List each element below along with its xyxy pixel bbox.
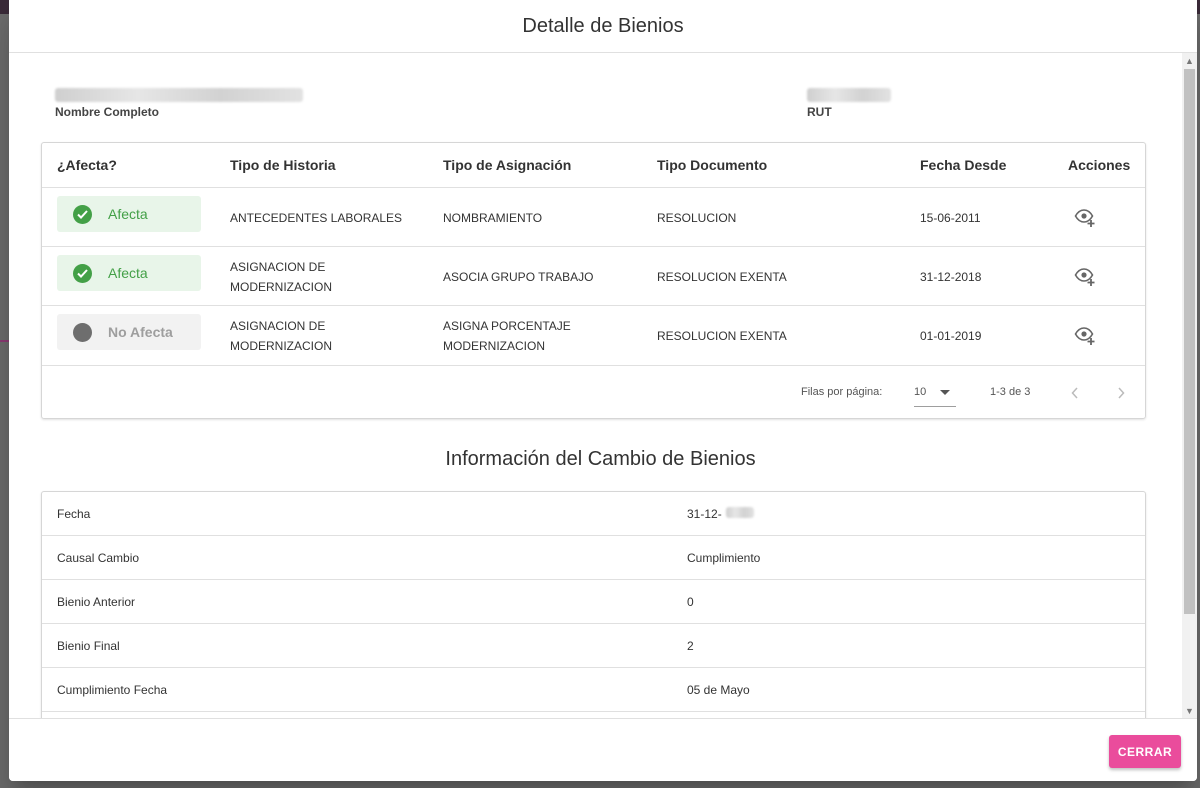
change-info-table: Fecha 31-12- Causal Cambio Cumplimiento … bbox=[41, 491, 1146, 718]
cell-tipo-asignacion: NOMBRAMIENTO bbox=[443, 210, 543, 225]
info-row: Bienio Final 2 bbox=[42, 624, 1145, 668]
cell-tipo-historia: ASIGNACION DE MODERNIZACION bbox=[230, 318, 332, 353]
affects-chip: Afecta bbox=[57, 255, 201, 291]
info-value: Cumplimiento bbox=[687, 551, 761, 565]
grey-circle-icon bbox=[73, 322, 92, 342]
next-page-icon[interactable] bbox=[1111, 383, 1131, 403]
full-name-label: Nombre Completo bbox=[55, 105, 160, 119]
not-affects-chip-label: No Afecta bbox=[108, 324, 173, 340]
info-value: 31-12- bbox=[687, 507, 722, 521]
view-eye-plus-icon[interactable] bbox=[1074, 326, 1096, 346]
scroll-up-arrow-icon[interactable]: ▲ bbox=[1182, 53, 1197, 68]
info-row: Fecha 31-12- bbox=[42, 492, 1145, 536]
history-table: ¿Afecta? Tipo de Historia Tipo de Asigna… bbox=[41, 142, 1146, 419]
bienios-detail-dialog: Detalle de Bienios Nombre Completo RUT ¿… bbox=[9, 0, 1197, 781]
cell-fecha-desde: 15-06-2011 bbox=[920, 210, 981, 225]
cell-tipo-documento: RESOLUCION EXENTA bbox=[657, 269, 787, 284]
cell-tipo-historia: ASIGNACION DE MODERNIZACION bbox=[230, 259, 332, 294]
header-acciones: Acciones bbox=[1068, 157, 1131, 173]
header-tipo-asignacion[interactable]: Tipo de Asignación bbox=[443, 143, 571, 187]
cell-tipo-asignacion: ASIGNA PORCENTAJE MODERNIZACION bbox=[443, 318, 571, 353]
cell-tipo-documento: RESOLUCION bbox=[657, 210, 737, 225]
date-year-redacted bbox=[726, 507, 754, 518]
affects-chip-label: Afecta bbox=[108, 265, 148, 281]
rows-per-page-value[interactable]: 10 bbox=[914, 386, 926, 398]
affects-chip-label: Afecta bbox=[108, 206, 148, 222]
info-row: Cumplimiento Fecha 05 de Mayo bbox=[42, 668, 1145, 712]
dialog-scrollbar[interactable]: ▲ ▼ bbox=[1182, 53, 1197, 718]
table-row: No Afecta ASIGNACION DE MODERNIZACION AS… bbox=[42, 305, 1145, 364]
dialog-title: Detalle de Bienios bbox=[9, 0, 1197, 53]
table-row: Afecta ASIGNACION DE MODERNIZACION ASOCI… bbox=[42, 246, 1145, 305]
scroll-down-arrow-icon[interactable]: ▼ bbox=[1182, 703, 1197, 718]
header-afecta[interactable]: ¿Afecta? bbox=[57, 143, 117, 187]
cell-tipo-asignacion: ASOCIA GRUPO TRABAJO bbox=[443, 269, 594, 284]
info-key: Causal Cambio bbox=[57, 551, 140, 565]
not-affects-chip: No Afecta bbox=[57, 314, 201, 350]
cell-fecha-desde: 31-12-2018 bbox=[920, 269, 982, 284]
scrollbar-thumb[interactable] bbox=[1184, 69, 1195, 614]
header-fecha-desde[interactable]: Fecha Desde bbox=[920, 143, 1006, 187]
view-eye-plus-icon[interactable] bbox=[1074, 208, 1096, 228]
rows-per-page-label: Filas por página: bbox=[801, 386, 883, 398]
caret-down-icon[interactable] bbox=[940, 390, 950, 395]
dialog-actions: CERRAR bbox=[9, 718, 1197, 781]
info-row: Causal Cambio Cumplimiento bbox=[42, 536, 1145, 580]
background-tab-indicator bbox=[0, 340, 9, 342]
check-circle-icon bbox=[73, 204, 92, 224]
info-row: Bienio Anterior 0 bbox=[42, 580, 1145, 624]
info-key: Fecha bbox=[57, 507, 91, 521]
table-row: Afecta ANTECEDENTES LABORALES NOMBRAMIEN… bbox=[42, 187, 1145, 246]
table-pagination: Filas por página: 10 1-3 de 3 bbox=[42, 365, 1145, 419]
cell-fecha-desde: 01-01-2019 bbox=[920, 328, 982, 343]
rut-value-redacted bbox=[807, 88, 891, 102]
check-circle-icon bbox=[73, 263, 92, 283]
header-tipo-historia[interactable]: Tipo de Historia bbox=[230, 143, 336, 187]
cell-tipo-historia: ANTECEDENTES LABORALES bbox=[230, 210, 403, 225]
info-section-title: Información del Cambio de Bienios bbox=[445, 448, 756, 470]
view-eye-plus-icon[interactable] bbox=[1074, 267, 1096, 287]
full-name-value-redacted bbox=[55, 88, 303, 102]
prev-page-icon[interactable] bbox=[1065, 383, 1085, 403]
cell-tipo-documento: RESOLUCION EXENTA bbox=[657, 328, 787, 343]
header-tipo-documento[interactable]: Tipo Documento bbox=[657, 143, 767, 187]
rut-label: RUT bbox=[807, 105, 832, 119]
close-button[interactable]: CERRAR bbox=[1109, 735, 1181, 768]
info-key: Bienio Anterior bbox=[57, 595, 136, 609]
info-value: 2 bbox=[687, 639, 694, 653]
info-key: Bienio Final bbox=[57, 639, 120, 653]
info-key: Cumplimiento Fecha bbox=[57, 683, 168, 697]
info-value: 05 de Mayo bbox=[687, 683, 750, 697]
dialog-content: Nombre Completo RUT ¿Afecta? Tipo de His… bbox=[9, 53, 1182, 718]
info-value: 0 bbox=[687, 595, 694, 609]
pagination-range: 1-3 de 3 bbox=[990, 386, 1031, 398]
affects-chip: Afecta bbox=[57, 196, 201, 232]
